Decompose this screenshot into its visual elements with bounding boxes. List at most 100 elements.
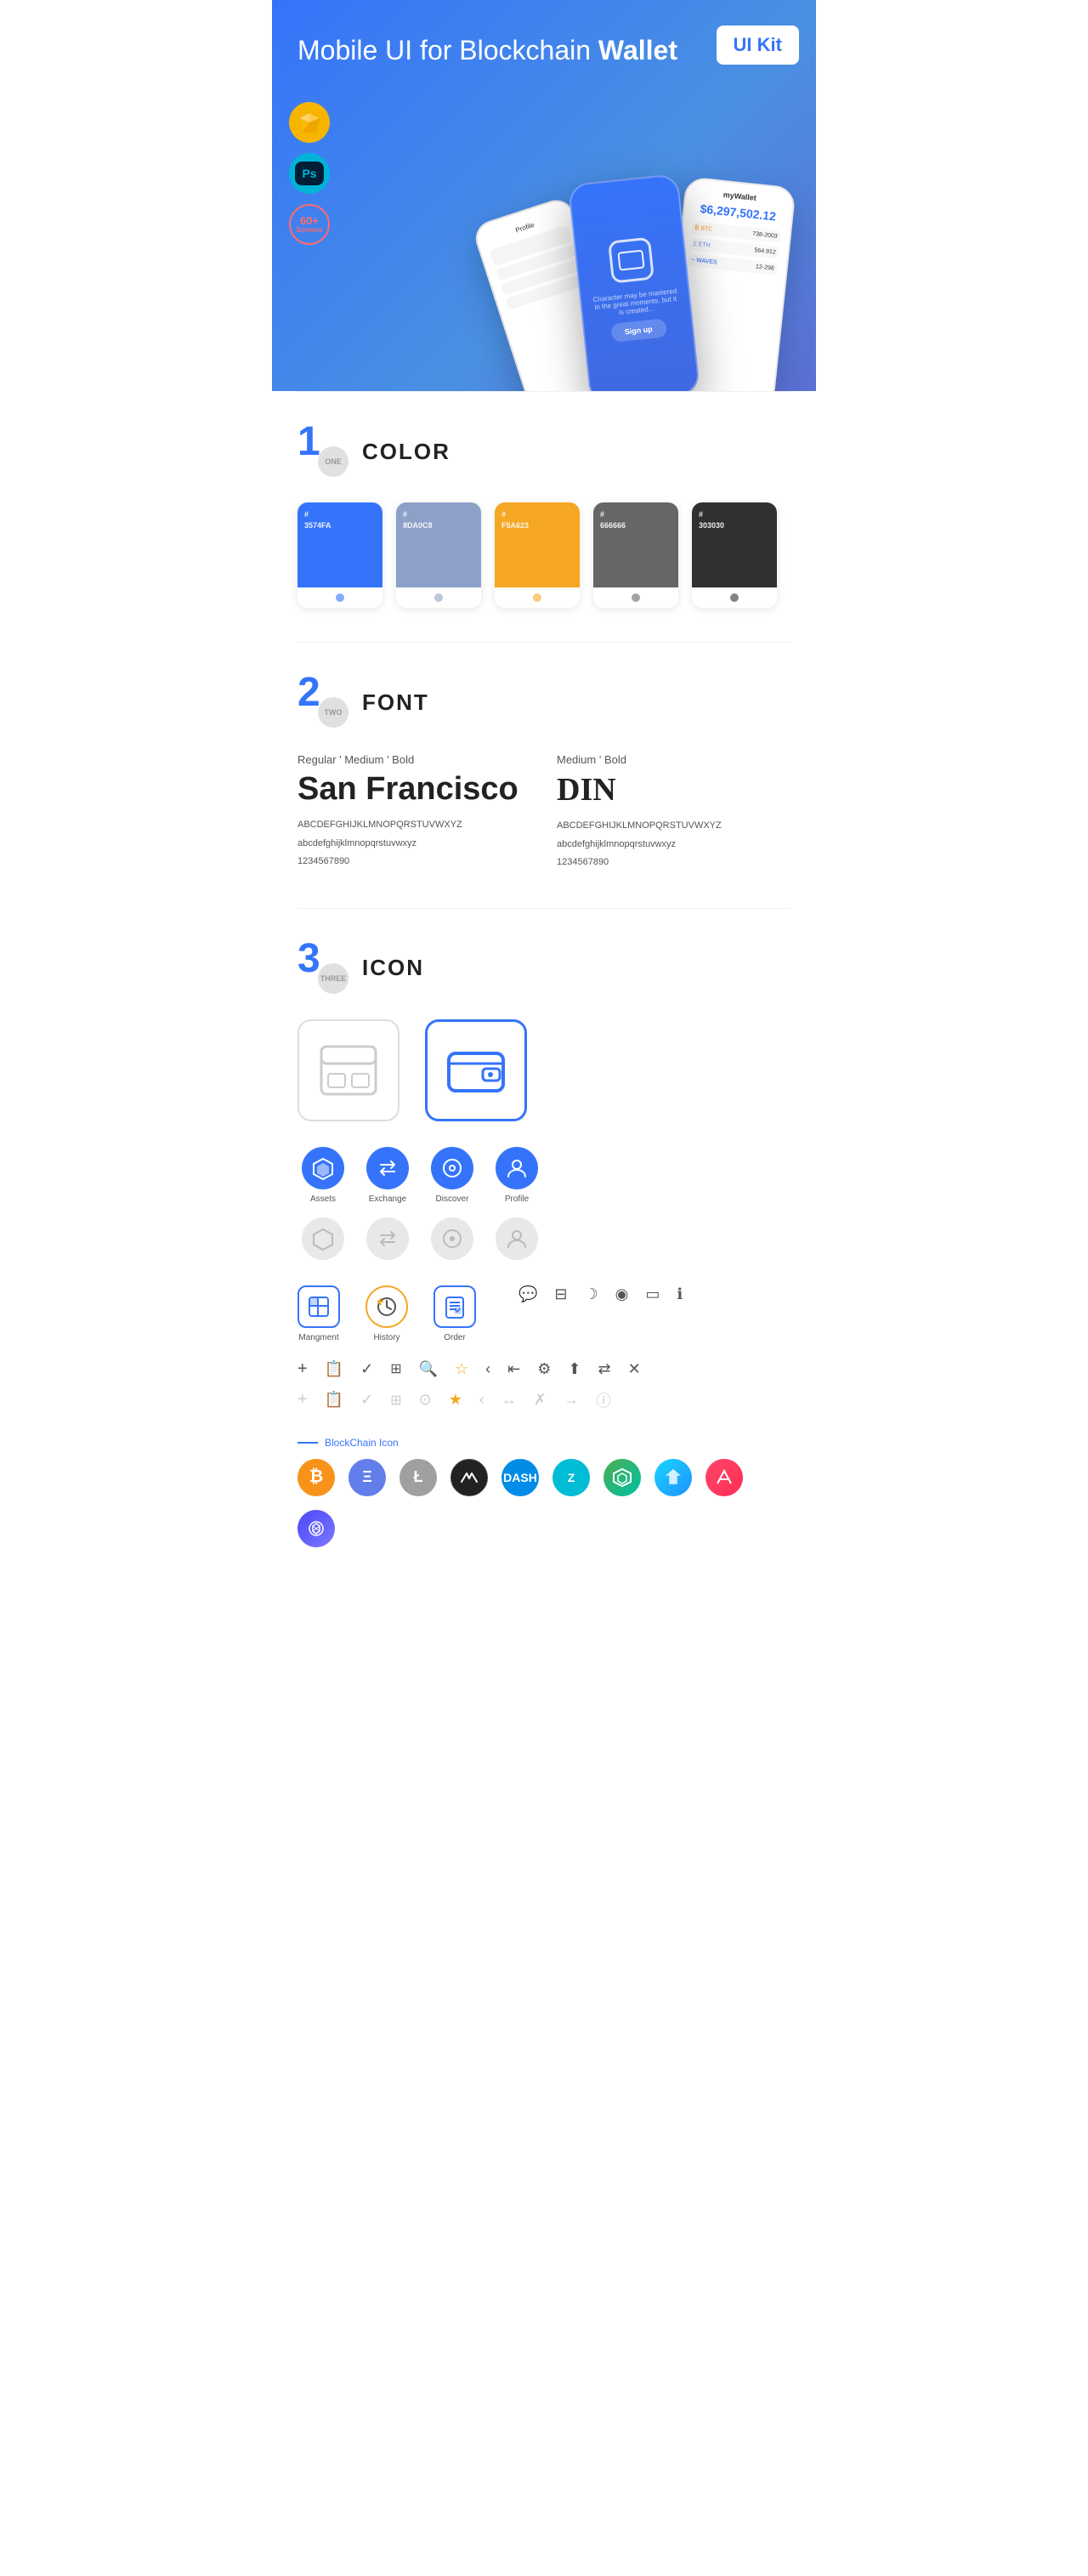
font-grid: Regular ' Medium ' Bold San Francisco AB… xyxy=(298,753,790,874)
crypto-ethereum: Ξ xyxy=(348,1459,386,1496)
icon-item-exchange-gray xyxy=(362,1217,413,1260)
plus-icon-gray: + xyxy=(298,1390,308,1410)
icon-item-profile-gray xyxy=(491,1217,542,1260)
star-icon: ☆ xyxy=(455,1360,468,1378)
icon-label-assets: Assets xyxy=(310,1194,336,1204)
font-din-label: Medium ' Bold xyxy=(557,753,790,766)
icon-item-history: History xyxy=(366,1285,408,1342)
icon-placeholder-blue xyxy=(425,1019,527,1121)
moon-icon: ☽ xyxy=(585,1285,598,1303)
icon-label-management: Mangment xyxy=(298,1333,338,1342)
crypto-litecoin: Ł xyxy=(400,1459,437,1496)
font-sf-name: San Francisco xyxy=(298,771,531,808)
ps-badge: Ps xyxy=(289,153,330,194)
font-din-lower: abcdefghijklmnopqrstuvwxyz xyxy=(557,837,790,853)
font-din-name: DIN xyxy=(557,771,790,809)
font-title: FONT xyxy=(362,689,429,716)
swatch-gray-blue: #8DA0C8 xyxy=(396,502,481,608)
check-icon: ✓ xyxy=(360,1360,373,1378)
sketch-badge xyxy=(289,102,330,143)
layers-icon: ⊟ xyxy=(554,1285,567,1303)
chevron-left-icon: ‹ xyxy=(485,1360,490,1378)
color-section: 1 ONE COLOR #3574FA #8DA0C8 #F5A623 #666… xyxy=(272,392,816,642)
section-number-3: 3 THREE xyxy=(298,943,348,994)
edit-doc-icon-gray: 📋 xyxy=(325,1391,343,1409)
ui-kit-badge: UI Kit xyxy=(717,26,799,65)
message-icon: ▭ xyxy=(645,1285,660,1303)
font-sf: Regular ' Medium ' Bold San Francisco AB… xyxy=(298,753,531,874)
search-icon: 🔍 xyxy=(419,1360,438,1378)
cross-icon-gray: ✗ xyxy=(534,1391,547,1409)
icon-label-profile: Profile xyxy=(505,1194,529,1204)
hero-section: Mobile UI for Blockchain Wallet UI Kit P… xyxy=(272,0,816,391)
crypto-grid xyxy=(604,1459,641,1496)
crypto-dash: DASH xyxy=(502,1459,539,1496)
icon-item-discover-gray xyxy=(427,1217,478,1260)
circle-icon: ◉ xyxy=(615,1285,629,1303)
font-din-nums: 1234567890 xyxy=(557,855,790,871)
screens-badge: 60+ Screens xyxy=(289,204,330,245)
qr-icon-gray: ⊞ xyxy=(390,1392,401,1409)
arrows-icon-gray: ↔ xyxy=(502,1391,517,1409)
icon-item-management: Mangment xyxy=(298,1285,340,1342)
icon-item-order: Order xyxy=(434,1285,476,1342)
font-sf-upper: ABCDEFGHIJKLMNOPQRSTUVWXYZ xyxy=(298,818,531,833)
color-section-header: 1 ONE COLOR xyxy=(298,426,790,477)
check-icon-gray: ✓ xyxy=(360,1391,373,1409)
info-icon: ℹ xyxy=(677,1285,683,1303)
swatch-dark-gray: #666666 xyxy=(593,502,678,608)
edit-doc-icon: 📋 xyxy=(325,1360,343,1378)
share-icon: ⇤ xyxy=(507,1360,520,1378)
qr-icon: ⊞ xyxy=(390,1360,401,1377)
swatch-orange: #F5A623 xyxy=(495,502,580,608)
crypto-waves xyxy=(450,1459,488,1496)
named-icon-grid: Assets Exchange xyxy=(298,1147,542,1260)
settings-icon: ⚙ xyxy=(537,1360,551,1378)
icon-item-assets-gray xyxy=(298,1217,348,1260)
font-section-header: 2 TWO FONT xyxy=(298,677,790,728)
icon-label-history: History xyxy=(373,1333,400,1342)
close-icon: ✕ xyxy=(628,1360,641,1378)
chat-icon: 💬 xyxy=(518,1285,537,1303)
blockchain-label: BlockChain Icon xyxy=(298,1437,790,1449)
star-filled-icon: ★ xyxy=(449,1391,462,1409)
upload-icon: ⬆ xyxy=(568,1360,581,1378)
chevron-left-icon-gray: ‹ xyxy=(479,1391,484,1409)
icon-label-order: Order xyxy=(444,1333,466,1342)
font-din: Medium ' Bold DIN ABCDEFGHIJKLMNOPQRSTUV… xyxy=(557,753,790,874)
font-din-upper: ABCDEFGHIJKLMNOPQRSTUVWXYZ xyxy=(557,819,790,834)
search-icon-gray: ⊙ xyxy=(419,1391,432,1409)
icon-item-profile: Profile xyxy=(491,1147,542,1204)
forward-icon-gray: → xyxy=(564,1391,579,1409)
crypto-strat xyxy=(654,1459,692,1496)
crypto-icons-row: ₿ Ξ Ł DASH Z xyxy=(298,1459,790,1547)
icon-title: ICON xyxy=(362,955,424,981)
crypto-zen: Z xyxy=(552,1459,590,1496)
font-sf-label: Regular ' Medium ' Bold xyxy=(298,753,531,766)
section-number-1: 1 ONE xyxy=(298,426,348,477)
color-swatches: #3574FA #8DA0C8 #F5A623 #666666 #303030 xyxy=(298,502,790,608)
icon-section-header: 3 THREE ICON xyxy=(298,943,790,994)
section-number-2: 2 TWO xyxy=(298,677,348,728)
icon-item-discover: Discover xyxy=(427,1147,478,1204)
swatch-blue: #3574FA xyxy=(298,502,382,608)
line-icons-inactive: + 📋 ✓ ⊞ ⊙ ★ ‹ ↔ ✗ → ⓘ xyxy=(298,1389,790,1411)
icon-item-exchange: Exchange xyxy=(362,1147,413,1204)
info-icon-gray: ⓘ xyxy=(596,1389,611,1411)
font-section: 2 TWO FONT Regular ' Medium ' Bold San F… xyxy=(272,643,816,908)
icon-item-assets: Assets xyxy=(298,1147,348,1204)
crypto-ark xyxy=(706,1459,743,1496)
swatch-black: #303030 xyxy=(692,502,777,608)
icon-label-discover: Discover xyxy=(436,1194,469,1204)
line-icons-active: + 📋 ✓ ⊞ 🔍 ☆ ‹ ⇤ ⚙ ⬆ ⇄ ✕ xyxy=(298,1359,790,1379)
small-icons-group: 💬 ⊟ ☽ ◉ ▭ ℹ xyxy=(518,1285,683,1342)
sync-icon: ⇄ xyxy=(598,1360,611,1378)
icon-label-exchange: Exchange xyxy=(369,1194,406,1204)
bottom-named-icons: Mangment History xyxy=(298,1285,790,1342)
icon-placeholder-gray-1 xyxy=(298,1019,400,1121)
badge-list: Ps 60+ Screens xyxy=(289,102,330,245)
font-sf-lower: abcdefghijklmnopqrstuvwxyz xyxy=(298,837,531,852)
crypto-bitcoin: ₿ xyxy=(298,1459,335,1496)
color-title: COLOR xyxy=(362,439,450,465)
plus-icon: + xyxy=(298,1359,308,1379)
